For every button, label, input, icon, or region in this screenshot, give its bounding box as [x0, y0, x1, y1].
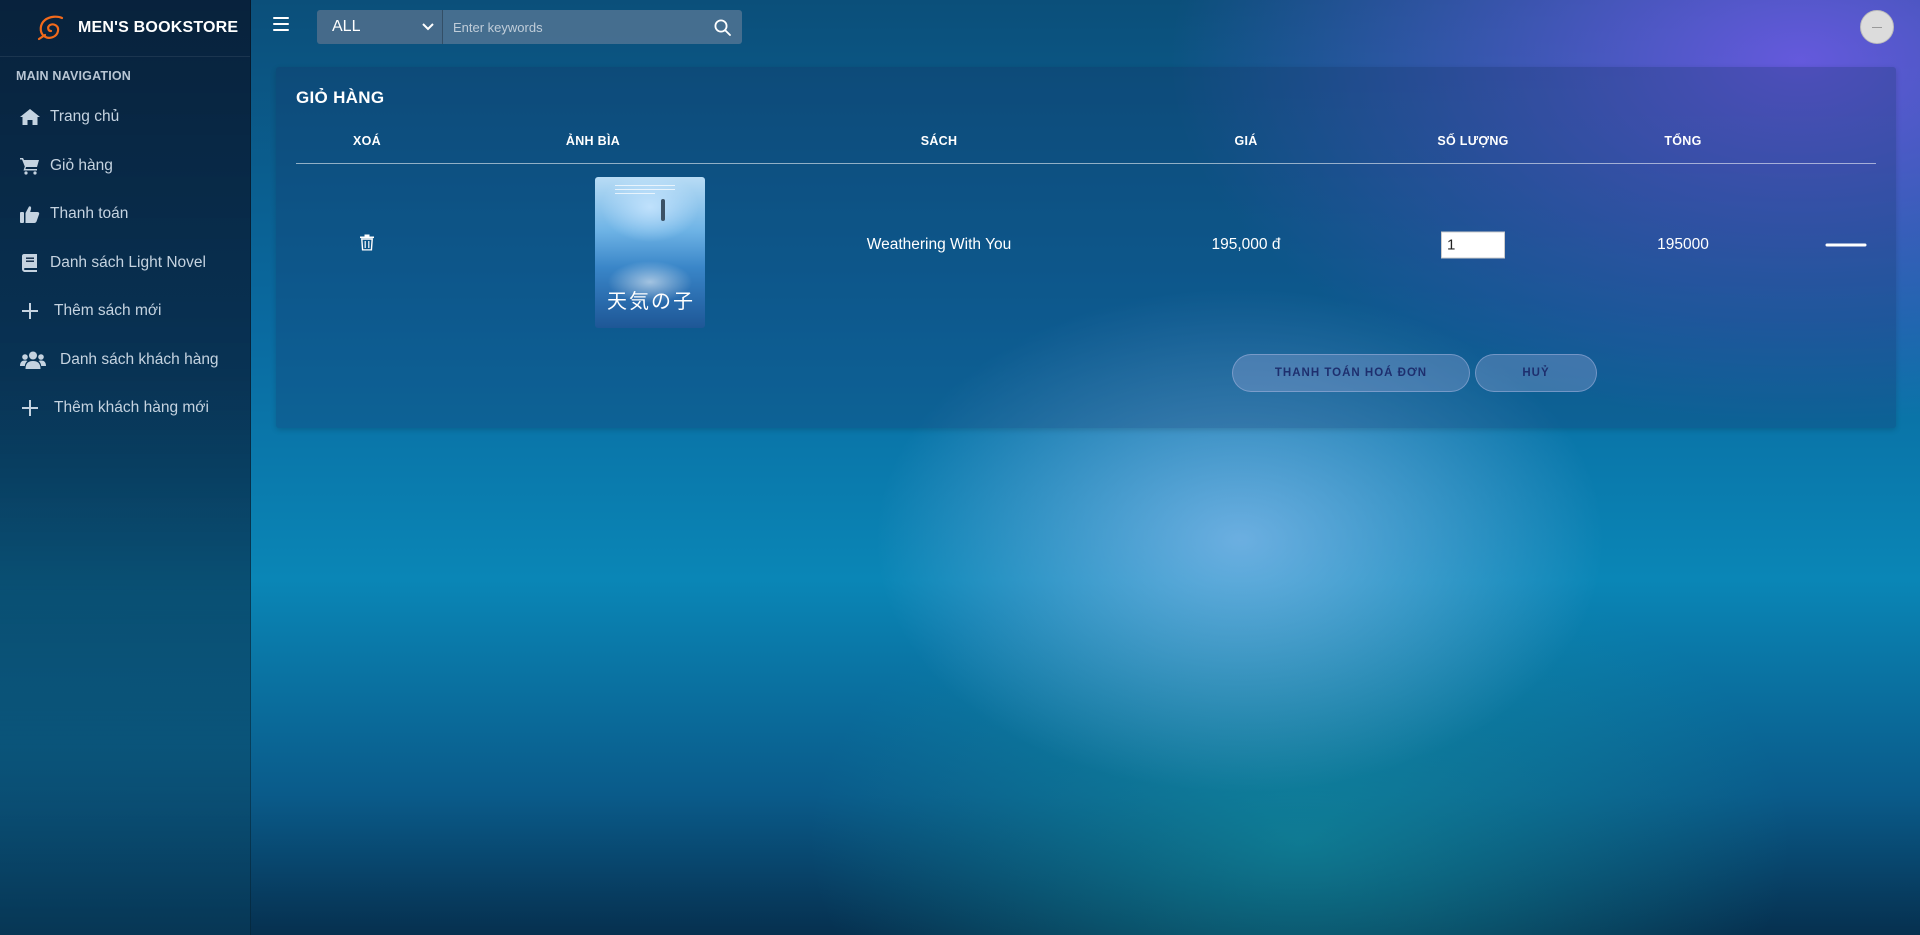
quantity-input[interactable]	[1441, 231, 1505, 259]
leaf-swirl-logo-icon	[37, 15, 64, 41]
cart-panel: GIỎ HÀNG XOÁ ẢNH BÌA SÁCH GIÁ SỐ LƯỢNG T…	[276, 67, 1896, 428]
chevron-down-icon	[422, 23, 434, 31]
sidebar-item-customer-list[interactable]: Danh sách khách hàng	[0, 336, 250, 385]
column-header-cover: ẢNH BÌA	[565, 134, 621, 148]
search-button[interactable]	[702, 10, 742, 44]
sidebar-item-home[interactable]: Trang chủ	[0, 93, 250, 142]
delete-item-button[interactable]	[360, 234, 374, 256]
sidebar-item-light-novel-list[interactable]: Danh sách Light Novel	[0, 239, 250, 288]
table-row: 天気の子 Weathering With You 195,000 đ 19500…	[296, 165, 1876, 328]
category-select[interactable]: ALL	[317, 10, 443, 44]
column-header-quantity: SỐ LƯỢNG	[1437, 134, 1509, 148]
checkout-button[interactable]: THANH TOÁN HOÁ ĐƠN	[1232, 354, 1470, 392]
sidebar-nav: Trang chủ Giỏ hàng Thanh toán Danh sách …	[0, 93, 250, 433]
brand-name: MEN'S BOOKSTORE	[78, 19, 239, 36]
page-title: GIỎ HÀNG	[296, 88, 385, 107]
cover-title: 天気の子	[607, 289, 695, 313]
brand[interactable]: MEN'S BOOKSTORE	[0, 0, 250, 57]
book-icon	[18, 253, 42, 272]
column-header-price: GIÁ	[1234, 134, 1258, 148]
cart-icon	[18, 157, 42, 175]
plus-icon	[18, 303, 42, 320]
sidebar-item-label: Danh sách khách hàng	[60, 350, 219, 368]
search-icon	[714, 19, 731, 36]
thumbs-up-icon	[18, 205, 42, 224]
home-icon	[18, 108, 42, 126]
nav-header: MAIN NAVIGATION	[16, 69, 132, 83]
sidebar-item-label: Trang chủ	[50, 108, 120, 126]
users-icon	[18, 351, 48, 369]
category-select-value: ALL	[332, 18, 361, 35]
sidebar-item-cart[interactable]: Giỏ hàng	[0, 142, 250, 191]
line-total: 195000	[1657, 236, 1709, 253]
plus-icon	[18, 400, 42, 417]
sidebar-item-add-customer[interactable]: Thêm khách hàng mới	[0, 384, 250, 433]
sidebar-item-label: Thanh toán	[50, 205, 129, 223]
column-header-total: TỔNG	[1664, 134, 1702, 148]
sidebar: MEN'S BOOKSTORE MAIN NAVIGATION Trang ch…	[0, 0, 251, 935]
trash-icon	[360, 234, 374, 251]
sidebar-item-label: Thêm khách hàng mới	[54, 399, 209, 417]
column-header-book: SÁCH	[920, 134, 958, 148]
search-input[interactable]	[443, 10, 702, 44]
cart-table-header: XOÁ ẢNH BÌA SÁCH GIÁ SỐ LƯỢNG TỔNG	[296, 134, 1876, 164]
remove-line-button[interactable]	[1825, 243, 1867, 247]
sidebar-item-label: Thêm sách mới	[54, 302, 162, 320]
topbar: ALL	[251, 0, 1920, 56]
user-avatar[interactable]	[1860, 10, 1894, 44]
sidebar-item-checkout[interactable]: Thanh toán	[0, 190, 250, 239]
book-price: 195,000 đ	[1211, 236, 1281, 253]
book-cover-image: 天気の子	[595, 177, 705, 328]
column-header-delete: XOÁ	[353, 134, 381, 148]
search-bar: ALL	[317, 10, 742, 44]
menu-toggle-icon[interactable]	[273, 17, 289, 31]
book-title: Weathering With You	[866, 236, 1012, 253]
cancel-button[interactable]: HUỶ	[1475, 354, 1597, 392]
sidebar-item-add-book[interactable]: Thêm sách mới	[0, 287, 250, 336]
sidebar-item-label: Danh sách Light Novel	[50, 253, 206, 271]
sidebar-item-label: Giỏ hàng	[50, 156, 113, 174]
